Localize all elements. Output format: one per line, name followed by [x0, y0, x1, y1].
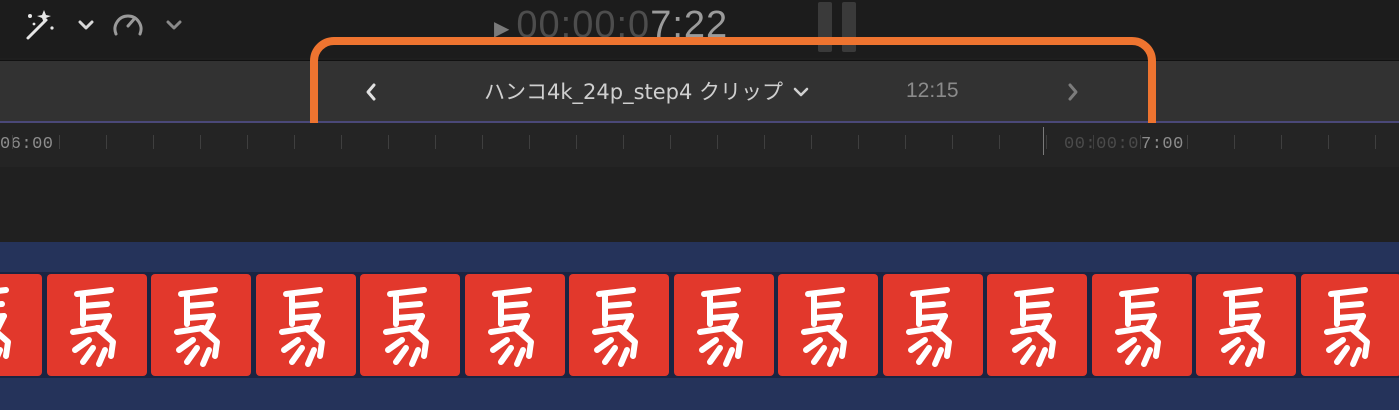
ruler-tick	[623, 135, 624, 149]
retime-speedometer-icon[interactable]	[110, 8, 146, 42]
chevron-down-icon[interactable]	[78, 8, 94, 42]
hanko-stamp-thumbnail	[151, 274, 251, 376]
ruler-tick	[1328, 135, 1329, 149]
clip-title-dropdown[interactable]: ハンコ4k_24p_step4 クリップ	[484, 75, 809, 107]
play-icon: ▶	[494, 17, 511, 40]
ruler-tick	[952, 135, 953, 149]
ruler-tick	[247, 135, 248, 149]
hanko-stamp-thumbnail	[1091, 274, 1192, 376]
hanko-stamp-thumbnail	[1196, 274, 1296, 376]
magic-wand-icon[interactable]	[20, 8, 56, 42]
hanko-stamp-thumbnail	[673, 274, 774, 376]
ruler-tick	[764, 135, 765, 149]
clip-duration: 12:15	[906, 79, 959, 102]
toolbar: ▶ 00:00:0 7:22	[0, 0, 1399, 58]
ruler-tick	[1187, 135, 1188, 149]
ruler-tick	[1281, 135, 1282, 149]
ruler-tick	[200, 135, 201, 149]
ruler-tick	[858, 135, 859, 149]
ruler-tick	[670, 135, 671, 149]
ruler-tick	[388, 135, 389, 149]
ruler-tick	[529, 135, 530, 149]
hanko-stamp-thumbnail	[882, 274, 983, 376]
ruler-tick	[482, 135, 483, 149]
ruler-tick	[1140, 135, 1141, 149]
ruler-major-tick	[1043, 127, 1044, 155]
ruler-tick	[12, 135, 13, 149]
hanko-stamp-thumbnail	[464, 274, 565, 376]
timecode-value: 7:22	[650, 3, 729, 46]
ruler-tick	[341, 135, 342, 149]
ruler-tick	[999, 135, 1000, 149]
hanko-stamp-thumbnail	[987, 274, 1087, 376]
ruler-tick	[717, 135, 718, 149]
timeline-empty-area[interactable]	[0, 167, 1399, 242]
ruler-label-leading: 00:00:0	[1064, 135, 1139, 154]
ruler-tick	[1046, 135, 1047, 149]
timeline-navigation-bar: ハンコ4k_24p_step4 クリップ	[0, 60, 1399, 123]
ruler-tick	[1234, 135, 1235, 149]
timecode-leading: 00:00:0	[516, 3, 651, 46]
ruler-tick	[811, 135, 812, 149]
clip-title: ハンコ4k_24p_step4 クリップ	[484, 80, 784, 104]
ruler-tick	[905, 135, 906, 149]
chevron-left-icon[interactable]	[358, 79, 384, 105]
hanko-stamp-thumbnail	[0, 274, 42, 376]
ruler-tick	[153, 135, 154, 149]
clip-filmstrip[interactable]	[0, 272, 1399, 378]
ruler-label-start: 06:00	[0, 135, 54, 154]
hanko-stamp-thumbnail	[569, 274, 669, 376]
hanko-stamp-thumbnail	[778, 274, 878, 376]
hanko-stamp-thumbnail	[46, 274, 147, 376]
ruler-tick	[106, 135, 107, 149]
ruler-label-end: 7:00	[1141, 135, 1184, 154]
chevron-down-icon	[793, 78, 809, 104]
timeline-ruler[interactable]: 06:00 00:00:0 7:00	[0, 123, 1399, 167]
chevron-down-icon[interactable]	[166, 8, 182, 42]
ruler-tick	[435, 135, 436, 149]
ruler-tick	[1093, 135, 1094, 149]
clip-track[interactable]	[0, 242, 1399, 410]
hanko-stamp-thumbnail	[360, 274, 460, 376]
ruler-tick	[294, 135, 295, 149]
ruler-tick	[1375, 135, 1376, 149]
hanko-stamp-thumbnail	[1300, 274, 1399, 376]
timecode-display[interactable]: ▶ 00:00:0 7:22	[494, 2, 728, 48]
audio-meter	[816, 2, 860, 52]
ruler-tick	[59, 135, 60, 149]
chevron-right-icon[interactable]	[1060, 79, 1086, 105]
ruler-tick	[576, 135, 577, 149]
hanko-stamp-thumbnail	[255, 274, 356, 376]
